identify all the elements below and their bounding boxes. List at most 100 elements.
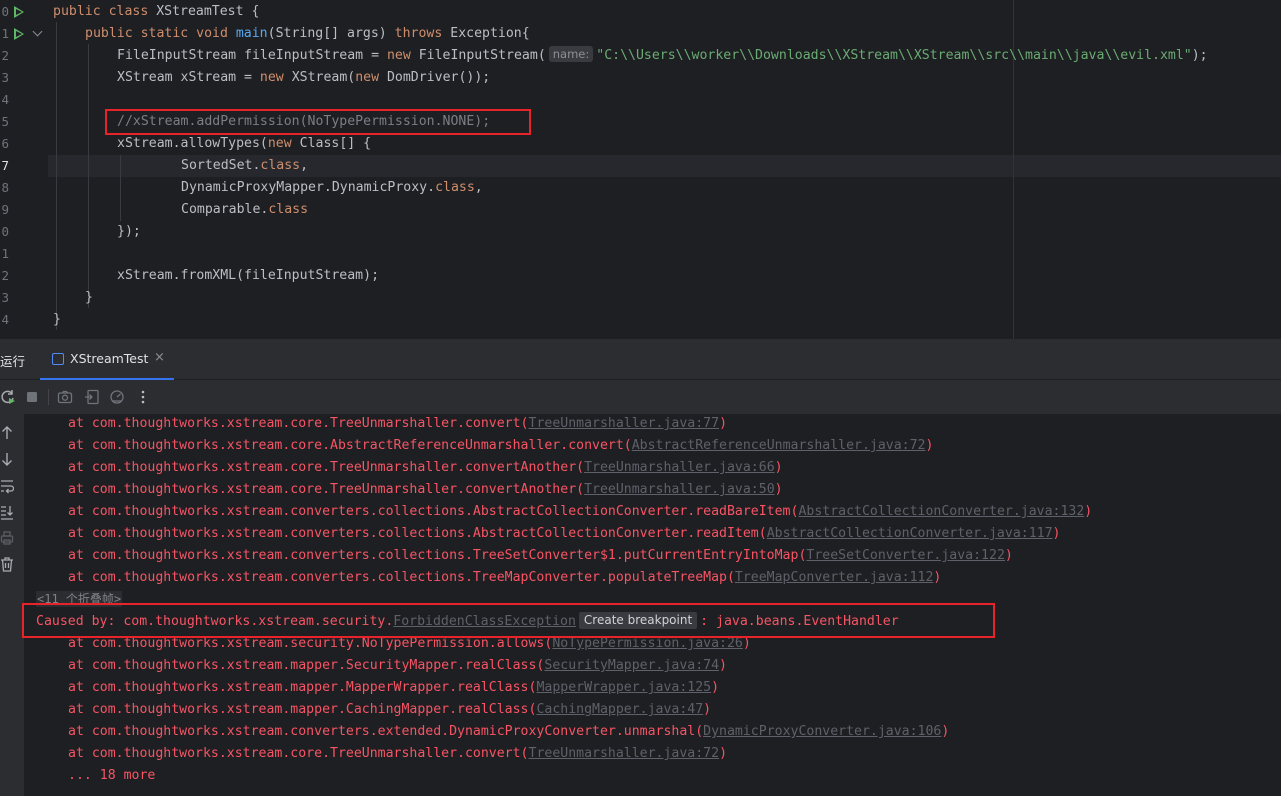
stack-frame-line: at com.thoughtworks.xstream.converters.c… xyxy=(68,545,1013,567)
line-number: 7 xyxy=(1,158,9,173)
code-text: XStream( xyxy=(283,70,356,85)
code-line[interactable]: Comparable.class xyxy=(181,199,308,221)
stack-frame-line: at com.thoughtworks.xstream.core.TreeUnm… xyxy=(68,413,727,435)
line-number: 4 xyxy=(1,92,9,107)
keyword: new xyxy=(355,70,380,85)
tab-label: XStreamTest xyxy=(70,351,149,366)
frame-text: at com.thoughtworks.xstream.core.TreeUnm… xyxy=(68,416,529,431)
code-line[interactable]: }); xyxy=(117,221,141,243)
frame-text: at com.thoughtworks.xstream.mapper.Secur… xyxy=(68,658,545,673)
close-tab-icon[interactable]: × xyxy=(154,350,165,365)
code-text: ); xyxy=(1191,48,1208,63)
code-text: FileInputStream fileInputStream = xyxy=(117,48,387,63)
tab-xstreamtest[interactable]: XStreamTest × xyxy=(40,339,174,380)
source-link[interactable]: NoTypePermission.java:26 xyxy=(552,636,743,651)
code-line[interactable]: xStream.fromXML(fileInputStream); xyxy=(117,265,379,287)
frame-text: at com.thoughtworks.xstream.converters.c… xyxy=(68,526,767,541)
camera-icon[interactable] xyxy=(57,389,73,405)
method-name: main xyxy=(235,26,268,41)
more-options-icon[interactable] xyxy=(135,389,151,405)
code-line[interactable]: public static void main(String[] args) t… xyxy=(85,23,530,45)
run-main-icon[interactable] xyxy=(14,28,24,40)
stack-frame-line: at com.thoughtworks.xstream.core.TreeUnm… xyxy=(68,743,727,765)
gutter-line: 4 xyxy=(0,309,48,331)
indent-guide xyxy=(88,44,89,308)
code-line[interactable]: SortedSet.class, xyxy=(181,155,308,177)
source-link[interactable]: AbstractCollectionConverter.java:132 xyxy=(798,504,1084,519)
frame-text: ) xyxy=(742,636,751,651)
frame-text: ) xyxy=(703,702,712,717)
stack-frame-line: at com.thoughtworks.xstream.mapper.Secur… xyxy=(68,655,727,677)
code-line[interactable]: } xyxy=(53,309,61,331)
toolbar-separator xyxy=(48,389,49,405)
source-link[interactable]: TreeUnmarshaller.java:50 xyxy=(584,482,775,497)
code-line[interactable]: DynamicProxyMapper.DynamicProxy.class, xyxy=(181,177,483,199)
line-number: 3 xyxy=(1,290,9,305)
code-text: , xyxy=(300,158,309,173)
code-line[interactable]: XStream xStream = new XStream(new DomDri… xyxy=(117,67,490,89)
restore-layout-icon[interactable] xyxy=(84,389,100,405)
frame-text: at com.thoughtworks.xstream.mapper.Mappe… xyxy=(68,680,537,695)
line-number: 2 xyxy=(1,268,9,283)
print-icon[interactable] xyxy=(0,529,14,547)
line-number: 2 xyxy=(1,48,9,63)
source-link[interactable]: TreeUnmarshaller.java:66 xyxy=(584,460,775,475)
source-link[interactable]: MapperWrapper.java:125 xyxy=(536,680,711,695)
frame-text: at com.thoughtworks.xstream.core.TreeUnm… xyxy=(68,460,585,475)
run-tool-window-header: 运行 XStreamTest × xyxy=(0,339,1281,380)
stack-frame-line: at com.thoughtworks.xstream.converters.c… xyxy=(68,523,1060,545)
code-text: Class[] { xyxy=(291,136,372,151)
fold-chevron-icon[interactable] xyxy=(32,26,43,37)
line-number: 6 xyxy=(1,136,9,151)
code-text: SortedSet. xyxy=(181,158,261,173)
source-link[interactable]: AbstractReferenceUnmarshaller.java:72 xyxy=(632,438,926,453)
gutter-line: 4 xyxy=(0,89,48,111)
code-line[interactable]: FileInputStream fileInputStream = new Fi… xyxy=(117,45,1208,67)
frame-text: at com.thoughtworks.xstream.converters.e… xyxy=(68,724,704,739)
source-link[interactable]: SecurityMapper.java:74 xyxy=(544,658,719,673)
memory-icon[interactable] xyxy=(109,389,125,405)
code-line[interactable]: public class XStreamTest { xyxy=(53,1,259,23)
source-link[interactable]: CachingMapper.java:47 xyxy=(536,702,703,717)
frame-text: ) xyxy=(1004,548,1013,563)
code-text: DynamicProxyMapper.DynamicProxy. xyxy=(181,180,436,195)
code-line[interactable]: } xyxy=(85,287,93,309)
line-number: 9 xyxy=(1,202,9,217)
soft-wrap-icon[interactable] xyxy=(0,477,14,495)
source-link[interactable]: AbstractCollectionConverter.java:117 xyxy=(767,526,1053,541)
frame-text: at com.thoughtworks.xstream.converters.c… xyxy=(68,504,799,519)
keyword: class xyxy=(268,202,309,217)
more-frames-line: ... 18 more xyxy=(68,768,156,783)
source-link[interactable]: TreeUnmarshaller.java:72 xyxy=(529,746,720,761)
frame-text: ) xyxy=(1084,504,1093,519)
rerun-icon[interactable] xyxy=(0,389,16,405)
frame-text: ) xyxy=(941,724,950,739)
line-number: 8 xyxy=(1,180,9,195)
arrow-up-icon[interactable] xyxy=(0,424,14,442)
console-output[interactable]: at com.thoughtworks.xstream.core.TreeUnm… xyxy=(22,413,1281,796)
gutter-line: 0 xyxy=(0,1,48,23)
keyword: class xyxy=(435,180,475,195)
code-text: (String[] args) xyxy=(267,26,395,41)
gutter-line: 1 xyxy=(0,23,48,45)
run-class-icon[interactable] xyxy=(14,6,24,18)
arrow-down-icon[interactable] xyxy=(0,450,14,468)
code-text: , xyxy=(474,180,483,195)
frame-text: ) xyxy=(925,438,934,453)
scroll-to-end-icon[interactable] xyxy=(0,503,14,521)
keyword: throws xyxy=(394,26,443,41)
source-link[interactable]: TreeMapConverter.java:112 xyxy=(735,570,934,585)
frame-text: ) xyxy=(774,460,783,475)
source-link[interactable]: DynamicProxyConverter.java:106 xyxy=(703,724,941,739)
gutter-line: 9 xyxy=(0,199,48,221)
source-link[interactable]: TreeSetConverter.java:122 xyxy=(806,548,1005,563)
code-line[interactable]: xStream.allowTypes(new Class[] { xyxy=(117,133,371,155)
stop-icon[interactable] xyxy=(24,389,40,405)
code-text: FileInputStream( xyxy=(410,48,546,63)
source-link[interactable]: TreeUnmarshaller.java:77 xyxy=(529,416,720,431)
gutter-line: 6 xyxy=(0,133,48,155)
frame-text: ) xyxy=(719,746,728,761)
trash-icon[interactable] xyxy=(0,555,14,573)
keyword: public class xyxy=(53,4,157,19)
code-editor[interactable]: 0 1 2 3 4 5 6 7 8 9 0 1 2 3 4 public cla… xyxy=(0,0,1281,339)
